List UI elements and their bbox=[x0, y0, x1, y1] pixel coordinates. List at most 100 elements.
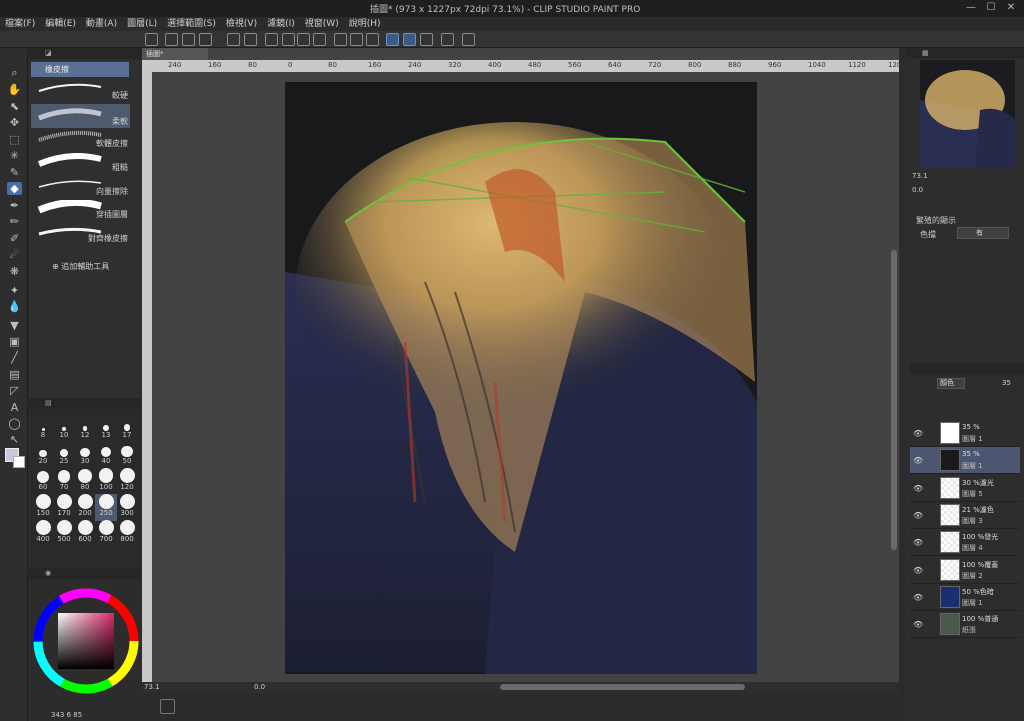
decoration-tool-icon[interactable]: ❋ bbox=[7, 265, 22, 278]
menu-view[interactable]: 檢視(V) bbox=[221, 17, 262, 31]
brush-size-item[interactable]: 700 bbox=[95, 520, 117, 547]
brush-size-item[interactable]: 150 bbox=[32, 494, 54, 521]
eye-icon[interactable]: 👁 bbox=[913, 566, 923, 575]
correct-line-icon[interactable]: ↖ bbox=[7, 433, 22, 446]
brush-tool-icon[interactable]: ✐ bbox=[7, 232, 22, 245]
object-tool-icon[interactable]: ⬉ bbox=[7, 100, 22, 113]
eye-icon[interactable]: 👁 bbox=[913, 511, 923, 520]
stabilizer-icon[interactable] bbox=[386, 33, 399, 46]
menu-animation[interactable]: 動畫(A) bbox=[81, 17, 122, 31]
sub-color-swatch[interactable] bbox=[13, 456, 25, 468]
eye-icon[interactable]: 👁 bbox=[913, 429, 923, 438]
layer-panel-tabs[interactable] bbox=[909, 363, 1024, 374]
frame-tool-icon[interactable]: ▤ bbox=[7, 368, 22, 381]
brush-size-item[interactable]: 10 bbox=[53, 416, 75, 443]
menu-help[interactable]: 說明(H) bbox=[344, 17, 386, 31]
text-tool-icon[interactable]: A bbox=[7, 401, 22, 414]
auto-select-icon[interactable]: ✳ bbox=[7, 149, 22, 162]
brush-size-item[interactable]: 800 bbox=[116, 520, 138, 547]
blend-tool-icon[interactable]: ✦ bbox=[7, 284, 22, 297]
layer-row[interactable]: 👁 100 %發光 圖層 4 bbox=[910, 529, 1020, 557]
device-icon[interactable] bbox=[441, 33, 454, 46]
menu-layer[interactable]: 圖層(L) bbox=[122, 17, 162, 31]
pen-tool-icon[interactable]: ✒ bbox=[7, 199, 22, 212]
subtool-group-title[interactable]: 橡皮擦 bbox=[31, 62, 129, 77]
maximize-icon[interactable]: ☐ bbox=[985, 2, 997, 14]
layer-row[interactable]: 👁 100 %普通 紙張 bbox=[910, 611, 1020, 639]
brush-item-soft-eraser[interactable]: 軟體皮擦 bbox=[31, 126, 130, 150]
layer-row[interactable]: 👁 100 %覆蓋 圖層 2 bbox=[910, 557, 1020, 584]
hand-tool-icon[interactable]: ✋ bbox=[7, 83, 22, 96]
layer-row[interactable]: 👁 35 % 圖層 1 bbox=[910, 447, 1020, 475]
canvas-artwork[interactable] bbox=[285, 82, 757, 674]
horizontal-scrollbar[interactable] bbox=[500, 684, 745, 690]
eye-icon[interactable]: 👁 bbox=[913, 456, 923, 465]
menu-filter[interactable]: 濾鏡(I) bbox=[262, 17, 300, 31]
fill-icon[interactable] bbox=[297, 33, 310, 46]
brush-item-snap-eraser[interactable]: 對齊橡皮擦 bbox=[31, 221, 130, 245]
close-icon[interactable]: ✕ bbox=[1005, 2, 1017, 14]
brush-size-item[interactable]: 200 bbox=[74, 494, 96, 521]
balloon-tool-icon[interactable]: ◯ bbox=[7, 417, 22, 430]
navigator-preview[interactable] bbox=[920, 60, 1015, 168]
brush-size-item[interactable]: 40 bbox=[95, 442, 117, 469]
brush-size-item[interactable]: 30 bbox=[74, 442, 96, 469]
menu-selection[interactable]: 選擇範圍(S) bbox=[162, 17, 221, 31]
layer-row[interactable]: 👁 30 %濾光 圖層 5 bbox=[910, 475, 1020, 502]
snap-grid-icon[interactable] bbox=[366, 33, 379, 46]
eye-icon[interactable]: 👁 bbox=[913, 538, 923, 547]
subtool-tab[interactable]: ◪ bbox=[29, 48, 141, 59]
fill-tool-icon[interactable]: ▼ bbox=[7, 319, 22, 332]
navigator-tab[interactable]: ▦ bbox=[906, 48, 1024, 59]
document-tab[interactable]: 插圖* bbox=[142, 48, 208, 60]
eyedropper-icon[interactable]: ✎ bbox=[7, 166, 22, 179]
blend-mode-select[interactable]: 顏色 bbox=[937, 378, 965, 389]
menu-file[interactable]: 檔案(F) bbox=[0, 17, 40, 31]
pen-settings-icon[interactable] bbox=[420, 33, 433, 46]
blur-tool-icon[interactable]: 💧 bbox=[7, 300, 22, 313]
pencil-tool-icon[interactable]: ✏ bbox=[7, 215, 22, 228]
brush-size-tab[interactable]: ▤ bbox=[29, 398, 141, 409]
navigator-zoom[interactable]: 73.1 bbox=[912, 172, 928, 180]
brush-size-item[interactable]: 70 bbox=[53, 468, 75, 495]
navigator-angle[interactable]: 0.0 bbox=[912, 186, 923, 194]
brush-size-item[interactable]: 400 bbox=[32, 520, 54, 547]
move-tool-icon[interactable]: ✥ bbox=[7, 116, 22, 129]
new-file-icon[interactable] bbox=[165, 33, 178, 46]
brush-size-item[interactable]: 80 bbox=[74, 468, 96, 495]
brush-size-item[interactable]: 250 bbox=[95, 494, 117, 521]
brush-item-rough[interactable]: 粗糙 bbox=[31, 150, 130, 174]
brush-item-soft[interactable]: 柔軟 bbox=[31, 104, 130, 128]
undo-icon[interactable] bbox=[227, 33, 240, 46]
brush-item-hard[interactable]: 較硬 bbox=[31, 78, 130, 102]
timeline-toggle-icon[interactable] bbox=[160, 699, 175, 714]
brush-size-item[interactable]: 25 bbox=[53, 442, 75, 469]
eraser-tool-icon[interactable]: ◆ bbox=[7, 182, 22, 195]
brush-size-item[interactable]: 12 bbox=[74, 416, 96, 443]
zoom-tool-icon[interactable]: ⌕ bbox=[7, 66, 22, 79]
add-subtool-button[interactable]: ⊕ 追加輔助工具 bbox=[52, 261, 109, 272]
brush-size-item[interactable]: 17 bbox=[116, 416, 138, 443]
eye-icon[interactable]: 👁 bbox=[913, 620, 923, 629]
brush-size-item[interactable]: 500 bbox=[53, 520, 75, 547]
line-tool-icon[interactable]: ╱ bbox=[7, 351, 22, 364]
snap-ruler-icon[interactable] bbox=[334, 33, 347, 46]
color-tab[interactable]: ◉ bbox=[29, 568, 141, 579]
menu-window[interactable]: 視窗(W) bbox=[300, 17, 344, 31]
layer-row[interactable]: 👁 21 %濾色 圖層 3 bbox=[910, 502, 1020, 529]
tool-property-select[interactable]: 有 bbox=[957, 227, 1009, 239]
ruler-tool-icon[interactable]: ◸ bbox=[7, 384, 22, 397]
vertical-scrollbar[interactable] bbox=[891, 250, 897, 550]
brush-size-item[interactable]: 300 bbox=[116, 494, 138, 521]
eye-icon[interactable]: 👁 bbox=[913, 484, 923, 493]
brush-size-item[interactable]: 8 bbox=[32, 416, 54, 443]
eye-icon[interactable]: 👁 bbox=[913, 593, 923, 602]
menu-edit[interactable]: 編輯(E) bbox=[40, 17, 81, 31]
selection-tool-icon[interactable]: ⬚ bbox=[7, 133, 22, 146]
layer-row[interactable]: 👁 35 % 圖層 1 bbox=[910, 420, 1020, 447]
brush-size-item[interactable]: 13 bbox=[95, 416, 117, 443]
brush-size-item[interactable]: 20 bbox=[32, 442, 54, 469]
brush-size-item[interactable]: 60 bbox=[32, 468, 54, 495]
open-file-icon[interactable] bbox=[182, 33, 195, 46]
clear-icon[interactable] bbox=[282, 33, 295, 46]
